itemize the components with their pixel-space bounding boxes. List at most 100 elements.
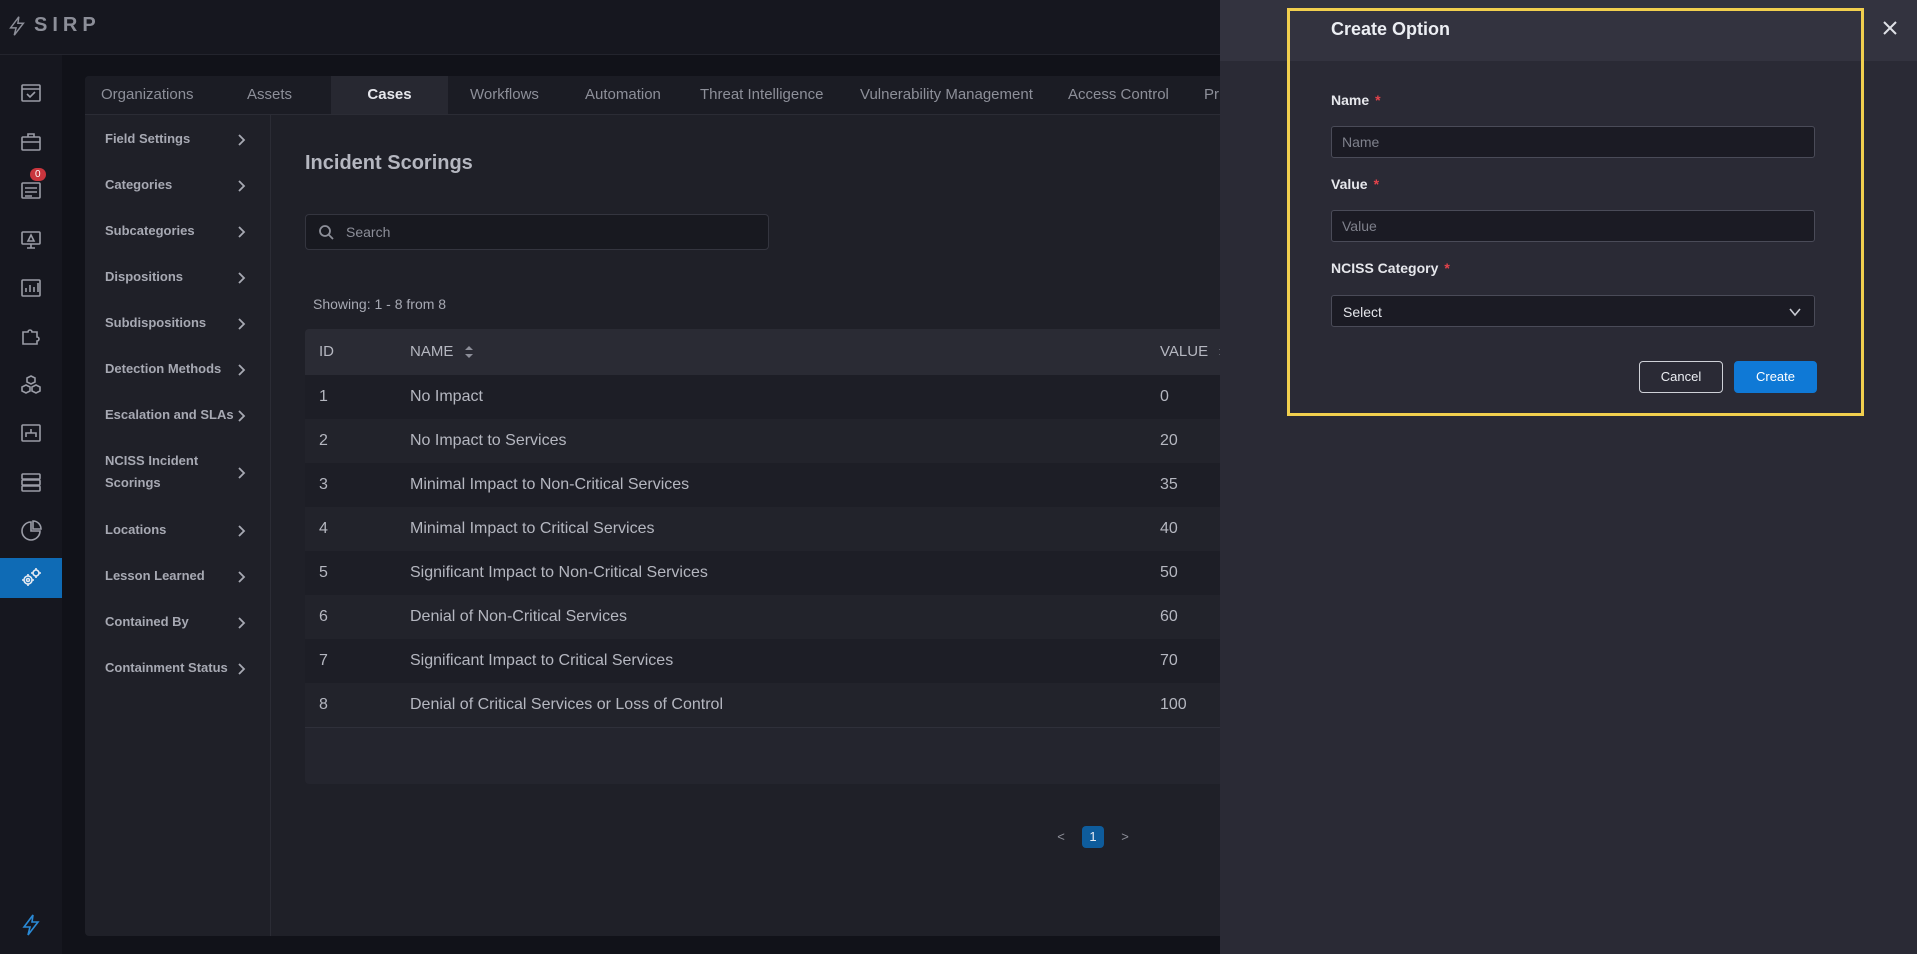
rail-reports[interactable] <box>0 268 62 308</box>
settings-submenu: Field Settings Categories Subcategories … <box>85 114 271 936</box>
tab-assets[interactable]: Assets <box>247 76 292 114</box>
pagination-prev-icon[interactable]: < <box>1050 826 1072 848</box>
tab-bar: Organizations Assets Cases Workflows Aut… <box>85 76 1315 115</box>
rail-database[interactable] <box>0 462 62 502</box>
rail-settings[interactable] <box>0 558 62 598</box>
submenu-subdispositions[interactable]: Subdispositions <box>105 312 255 334</box>
select-value: Select <box>1343 304 1382 320</box>
table-row[interactable]: 5 Significant Impact to Non-Critical Ser… <box>305 551 1315 596</box>
app-logo[interactable]: SIRP <box>6 14 101 37</box>
chevron-right-icon <box>235 225 247 238</box>
rail-network[interactable] <box>0 413 62 453</box>
rail-monitor[interactable] <box>0 219 62 259</box>
lightning-icon <box>22 914 40 936</box>
cell-value: 100 <box>1160 696 1187 713</box>
cell-value: 40 <box>1160 520 1178 537</box>
tab-overflow[interactable]: Pr <box>1204 76 1219 114</box>
tab-cases[interactable]: Cases <box>331 76 448 114</box>
rail-dashboard[interactable] <box>0 73 62 113</box>
table-row[interactable]: 4 Minimal Impact to Critical Services 40 <box>305 507 1315 552</box>
name-field[interactable] <box>1331 126 1815 158</box>
tab-organizations[interactable]: Organizations <box>101 76 194 114</box>
cell-id: 8 <box>319 696 328 713</box>
cell-id: 6 <box>319 608 328 625</box>
cell-id: 2 <box>319 432 328 449</box>
showing-count: Showing: 1 - 8 from 8 <box>313 296 447 312</box>
rail-bottom-logo[interactable] <box>0 905 62 945</box>
cell-value: 20 <box>1160 432 1178 449</box>
submenu-dispositions[interactable]: Dispositions <box>105 266 255 288</box>
submenu-detection-methods[interactable]: Detection Methods <box>105 358 255 380</box>
tab-automation[interactable]: Automation <box>585 76 661 114</box>
pagination-page-current[interactable]: 1 <box>1082 826 1104 848</box>
content-area: Incident Scorings Showing: 1 - 8 from 8 … <box>270 114 1315 936</box>
puzzle-icon <box>22 329 40 345</box>
cell-value: 35 <box>1160 476 1178 493</box>
tab-vulnerability-management[interactable]: Vulnerability Management <box>860 76 1033 114</box>
value-field[interactable] <box>1331 210 1815 242</box>
rail-integrations[interactable] <box>0 316 62 356</box>
close-icon[interactable] <box>1880 18 1902 40</box>
required-mark: * <box>1444 260 1450 276</box>
table-row[interactable]: 1 No Impact 0 <box>305 375 1315 420</box>
submenu-containment-status[interactable]: Containment Status <box>105 657 255 679</box>
search-icon <box>319 225 334 240</box>
table-row[interactable]: 6 Denial of Non-Critical Services 60 <box>305 595 1315 640</box>
rail-packages[interactable] <box>0 365 62 405</box>
cancel-button[interactable]: Cancel <box>1639 361 1723 393</box>
chevron-right-icon <box>235 363 247 376</box>
submenu-subcategories[interactable]: Subcategories <box>105 220 255 242</box>
required-mark: * <box>1375 92 1381 108</box>
tab-workflows[interactable]: Workflows <box>470 76 539 114</box>
submenu-field-settings[interactable]: Field Settings <box>105 128 255 150</box>
tab-access-control[interactable]: Access Control <box>1068 76 1169 114</box>
app-logo-text: SIRP <box>34 14 101 36</box>
table-row[interactable]: 3 Minimal Impact to Non-Critical Service… <box>305 463 1315 508</box>
submenu-categories[interactable]: Categories <box>105 174 255 196</box>
lightning-icon <box>9 15 25 36</box>
submenu-contained-by[interactable]: Contained By <box>105 611 255 633</box>
database-icon <box>21 473 41 492</box>
create-option-drawer: Create Option Name* Value* NCISS Categor… <box>1220 0 1917 954</box>
cell-name: No Impact <box>410 388 483 405</box>
rail-analytics[interactable] <box>0 511 62 551</box>
table-row[interactable]: 7 Significant Impact to Critical Service… <box>305 639 1315 684</box>
cell-name: Minimal Impact to Critical Services <box>410 520 655 537</box>
chevron-right-icon <box>235 271 247 284</box>
chevron-right-icon <box>235 317 247 330</box>
bar-chart-icon <box>21 279 41 297</box>
cell-value: 50 <box>1160 564 1178 581</box>
col-name[interactable]: NAME <box>410 329 474 375</box>
cell-name: Denial of Non-Critical Services <box>410 608 627 625</box>
page-title: Incident Scorings <box>305 152 473 174</box>
sort-icon <box>464 346 473 359</box>
cell-id: 5 <box>319 564 328 581</box>
cell-id: 7 <box>319 652 328 669</box>
chevron-right-icon <box>235 524 247 537</box>
nciss-category-label: NCISS Category * <box>1331 260 1450 276</box>
drawer-header: Create Option <box>1220 0 1917 61</box>
submenu-nciss-incident-scorings[interactable]: NCISS Incident Scorings <box>105 450 215 494</box>
table-row[interactable]: 8 Denial of Critical Services or Loss of… <box>305 683 1315 728</box>
col-value[interactable]: VALUE <box>1160 329 1228 375</box>
submenu-locations[interactable]: Locations <box>105 519 255 541</box>
search-box <box>305 214 769 250</box>
drawer-title: Create Option <box>1331 19 1451 39</box>
rail-cases[interactable]: 0 <box>0 168 62 210</box>
main-panel: Organizations Assets Cases Workflows Aut… <box>85 76 1315 936</box>
dashboard-icon <box>21 84 41 102</box>
cell-id: 3 <box>319 476 328 493</box>
search-input[interactable] <box>344 215 758 249</box>
tab-threat-intelligence[interactable]: Threat Intelligence <box>700 76 823 114</box>
rail-briefcase[interactable] <box>0 122 62 162</box>
pagination-next-icon[interactable]: > <box>1114 826 1136 848</box>
table-row[interactable]: 2 No Impact to Services 20 <box>305 419 1315 464</box>
name-label: Name * <box>1331 92 1381 108</box>
nciss-category-select[interactable]: Select <box>1331 295 1815 327</box>
submenu-lesson-learned[interactable]: Lesson Learned <box>105 565 255 587</box>
create-button[interactable]: Create <box>1734 361 1817 393</box>
cell-value: 60 <box>1160 608 1178 625</box>
chevron-down-icon <box>1789 308 1801 317</box>
submenu-escalation-slas[interactable]: Escalation and SLAs <box>105 404 255 426</box>
monitor-alert-icon <box>21 231 41 249</box>
